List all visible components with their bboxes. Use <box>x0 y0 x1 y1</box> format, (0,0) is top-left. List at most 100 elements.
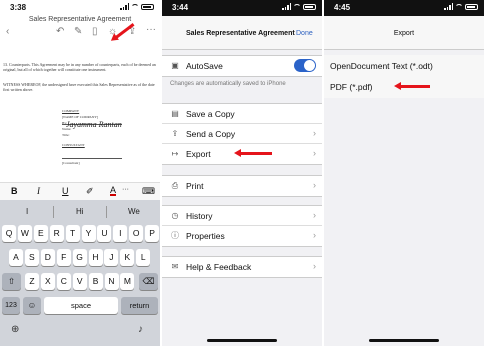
document-body: 13. Counterparts. This Agreement may be … <box>3 62 157 102</box>
undo-icon[interactable]: ↶ <box>56 26 64 37</box>
key-t[interactable]: T <box>65 225 80 242</box>
info-group: ◷ History › ⓘ Properties › <box>162 205 322 247</box>
format-toolbar: B I U ✐ A ··· ⌨ <box>0 182 160 200</box>
key-c[interactable]: C <box>56 273 71 290</box>
consultant-placeholder: [Consultant] <box>62 161 80 165</box>
document-title: Sales Representative Agreement <box>28 16 132 23</box>
red-arrow-annotation <box>394 82 430 90</box>
key-q[interactable]: Q <box>2 225 16 242</box>
menu-history[interactable]: ◷ History › <box>162 206 322 226</box>
key-g[interactable]: G <box>72 249 87 266</box>
suggestion-3[interactable]: We <box>128 207 140 216</box>
bold-button[interactable]: B <box>11 186 18 196</box>
italic-button[interactable]: I <box>37 186 40 196</box>
key-e[interactable]: E <box>33 225 48 242</box>
signal-icon <box>444 3 453 10</box>
key-y[interactable]: Y <box>81 225 96 242</box>
menu-save-copy[interactable]: ▤ Save a Copy <box>162 104 322 124</box>
chevron-right-icon: › <box>313 148 316 158</box>
chevron-right-icon: › <box>313 210 316 220</box>
key-s[interactable]: S <box>24 249 39 266</box>
pen-icon[interactable]: ✎ <box>74 26 82 37</box>
file-menu-screen: 3:44 Sales Representative Agreement Done… <box>162 0 322 346</box>
menu-properties[interactable]: ⓘ Properties › <box>162 226 322 246</box>
export-icon: ↦ <box>171 149 179 158</box>
return-key[interactable]: return <box>121 297 158 314</box>
menu-send-copy[interactable]: ⇪ Send a Copy › <box>162 124 322 144</box>
nav-bar: Sales Representative Agreement Done <box>162 16 322 50</box>
shift-key[interactable]: ⇧ <box>2 273 21 290</box>
status-time: 3:44 <box>172 3 189 12</box>
nav-title: Sales Representative Agreement <box>186 30 295 37</box>
share-icon: ⇪ <box>171 129 179 138</box>
paragraph-counterparts: 13. Counterparts. This Agreement may be … <box>3 62 156 72</box>
wifi-icon <box>293 3 301 10</box>
autosave-label: AutoSave <box>186 61 223 71</box>
suggestion-2[interactable]: Hi <box>76 207 84 216</box>
status-bar: 3:38 <box>0 0 160 16</box>
home-indicator <box>207 339 277 342</box>
globe-icon[interactable]: ⊕ <box>11 324 19 335</box>
more-icon[interactable]: ··· <box>146 24 156 35</box>
phone-view-icon[interactable]: ▯ <box>92 26 98 37</box>
menu-print[interactable]: ⎙ Print › <box>162 176 322 196</box>
consultant-label: CONSULTANT <box>62 143 85 147</box>
status-time: 4:45 <box>334 3 351 12</box>
more-format-icon[interactable]: ··· <box>122 186 129 193</box>
autosave-group: ▣ AutoSave <box>162 55 322 77</box>
chevron-right-icon: › <box>313 180 316 190</box>
suggestion-1[interactable]: I <box>26 207 28 216</box>
export-option-odt[interactable]: OpenDocument Text (*.odt) <box>324 55 484 77</box>
suggestion-bar: I Hi We <box>0 200 160 224</box>
keyboard: I Hi We QWERTYUIOPASDFGHJKLZXCVBNM 123 ☺… <box>0 200 160 346</box>
key-m[interactable]: M <box>120 273 135 290</box>
feedback-icon: ✉ <box>171 262 179 271</box>
key-p[interactable]: P <box>145 225 160 242</box>
underline-button[interactable]: U <box>62 186 69 196</box>
key-f[interactable]: F <box>56 249 71 266</box>
key-n[interactable]: N <box>104 273 119 290</box>
key-w[interactable]: W <box>17 225 32 242</box>
key-o[interactable]: O <box>129 225 144 242</box>
key-v[interactable]: V <box>72 273 87 290</box>
key-j[interactable]: J <box>104 249 119 266</box>
status-time: 3:38 <box>10 3 27 12</box>
export-screen: 4:45 Export OpenDocument Text (*.odt) PD… <box>324 0 484 346</box>
key-x[interactable]: X <box>40 273 55 290</box>
keyboard-dismiss-icon[interactable]: ⌨ <box>142 186 155 197</box>
key-u[interactable]: U <box>97 225 112 242</box>
menu-help-feedback[interactable]: ✉ Help & Feedback › <box>162 257 322 277</box>
help-group: ✉ Help & Feedback › <box>162 256 322 278</box>
autosave-toggle[interactable] <box>294 59 316 72</box>
font-color-button[interactable]: A <box>110 186 117 196</box>
space-key[interactable]: space <box>44 297 118 314</box>
signal-icon <box>120 3 129 10</box>
battery-icon <box>303 3 316 10</box>
delete-key[interactable]: ⌫ <box>139 273 158 290</box>
wifi-icon <box>131 3 139 10</box>
key-k[interactable]: K <box>120 249 135 266</box>
done-button[interactable]: Done <box>296 30 313 37</box>
status-bar: 3:44 <box>162 0 322 16</box>
key-h[interactable]: H <box>88 249 103 266</box>
highlighter-icon[interactable]: ✐ <box>86 186 94 197</box>
autosave-note: Changes are automatically saved to iPhon… <box>170 81 286 87</box>
emoji-key[interactable]: ☺ <box>23 297 41 314</box>
document-edit-screen: 3:38 Sales Representative Agreement ‹ ↶ … <box>0 0 160 346</box>
signature-block: COMPANY [NAME OF COMPANY] By: Name: Titl… <box>62 108 122 166</box>
file-actions-group: ▤ Save a Copy ⇪ Send a Copy › ↦ Export › <box>162 103 322 165</box>
key-b[interactable]: B <box>88 273 103 290</box>
key-i[interactable]: I <box>113 225 128 242</box>
chevron-right-icon: › <box>313 230 316 240</box>
clock-icon: ◷ <box>171 211 179 220</box>
key-d[interactable]: D <box>40 249 55 266</box>
key-r[interactable]: R <box>49 225 64 242</box>
title-label: Title: <box>62 133 70 137</box>
red-arrow-annotation <box>234 149 272 157</box>
back-icon[interactable]: ‹ <box>6 26 9 37</box>
key-z[interactable]: Z <box>25 273 39 290</box>
key-l[interactable]: L <box>136 249 151 266</box>
key-a[interactable]: A <box>9 249 23 266</box>
microphone-icon[interactable]: ♪ <box>138 324 143 335</box>
numbers-key[interactable]: 123 <box>2 297 20 314</box>
